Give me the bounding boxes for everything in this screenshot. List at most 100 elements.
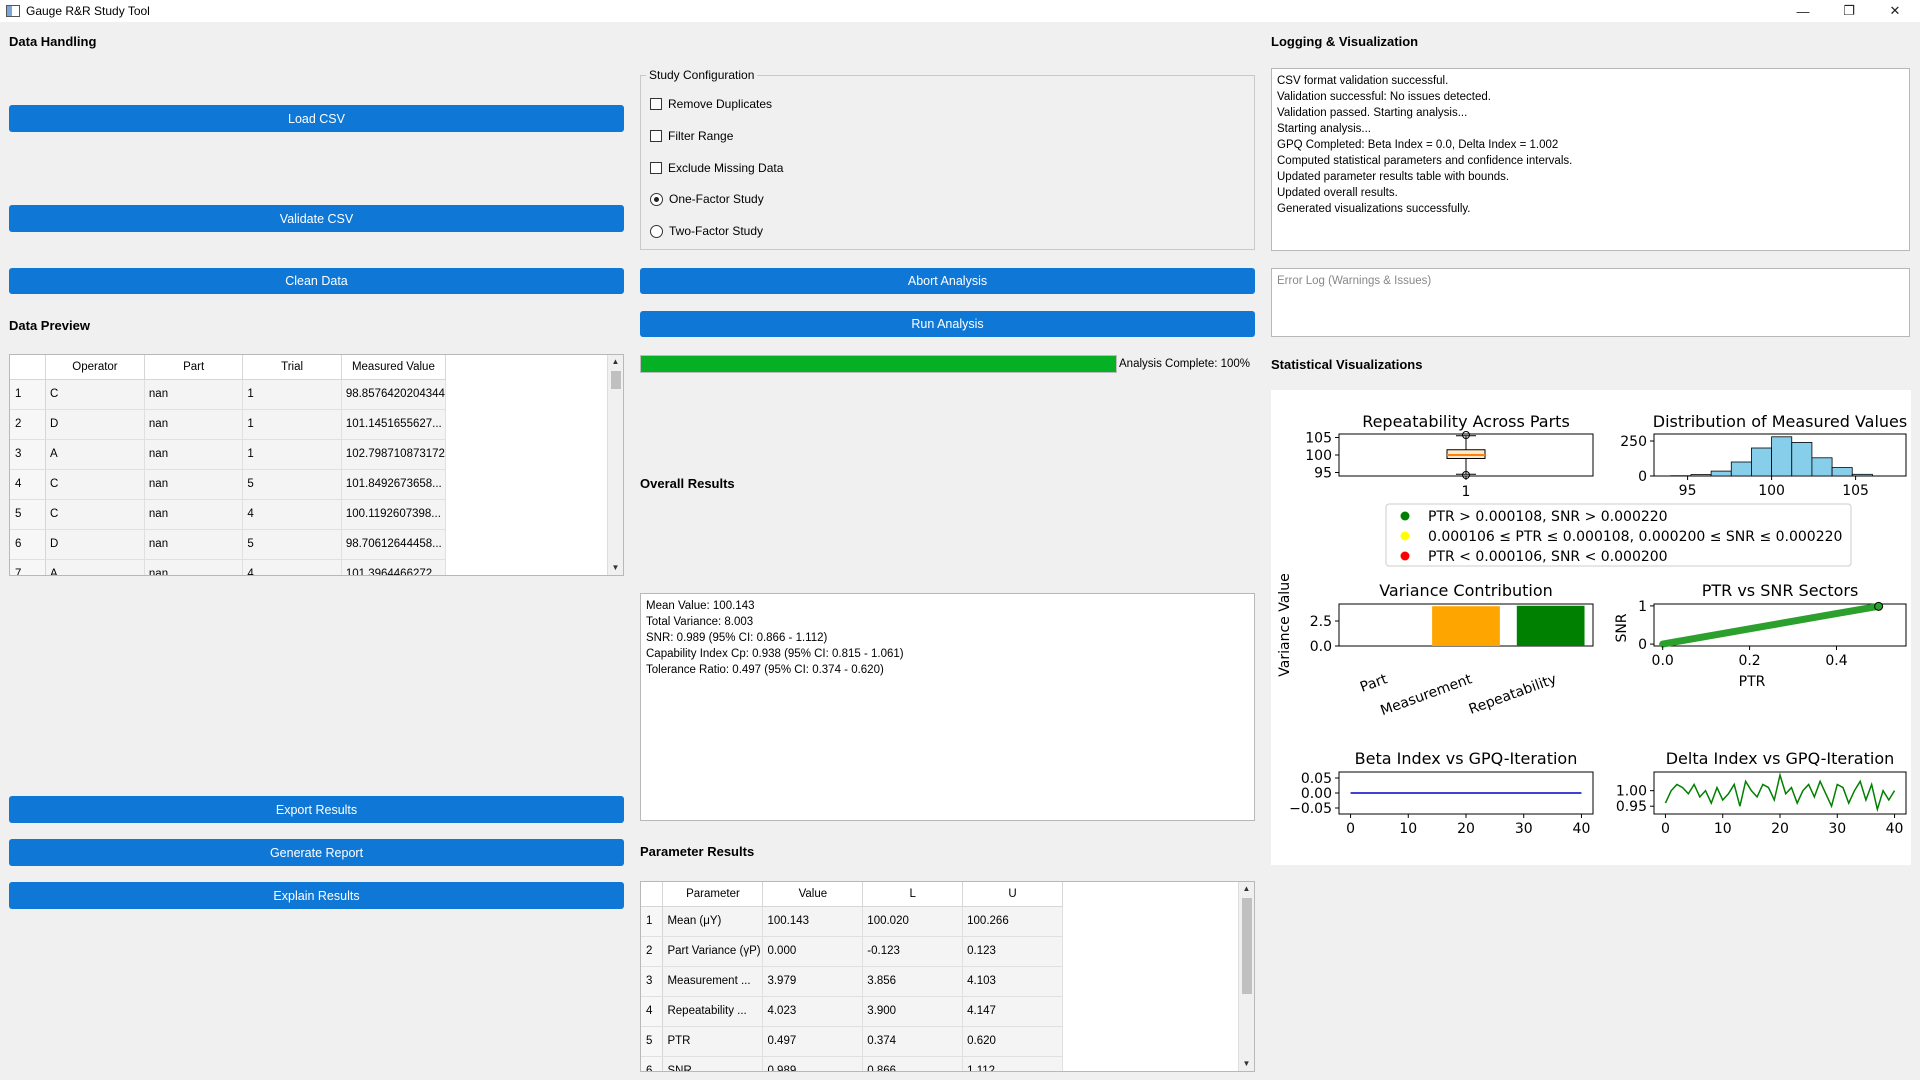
table-cell[interactable]: nan bbox=[144, 499, 244, 530]
table-cell[interactable]: 100.020 bbox=[862, 906, 964, 937]
table-cell[interactable]: 0.989 bbox=[762, 1056, 864, 1071]
table-cell[interactable]: Part Variance (γP) bbox=[662, 936, 764, 967]
table-row[interactable]: 2 Part Variance (γP) 0.000 -0.123 0.123 bbox=[641, 936, 1063, 967]
row-header[interactable]: 6 bbox=[10, 529, 46, 560]
table-cell[interactable]: 101.1451655627... bbox=[341, 409, 447, 440]
table-cell[interactable]: C bbox=[45, 379, 145, 410]
column-header-parameter[interactable]: Parameter bbox=[662, 882, 764, 907]
parameter-scrollbar[interactable]: ▲ ▼ bbox=[1238, 882, 1254, 1071]
overall-results-box[interactable]: Mean Value: 100.143 Total Variance: 8.00… bbox=[640, 593, 1255, 821]
table-cell[interactable]: 100.266 bbox=[962, 906, 1063, 937]
checkbox-box[interactable] bbox=[650, 162, 662, 174]
table-cell[interactable]: 0.620 bbox=[962, 1026, 1063, 1057]
radio-button[interactable] bbox=[650, 224, 663, 238]
table-cell[interactable]: 102.798710873172 bbox=[341, 439, 447, 470]
table-cell[interactable]: nan bbox=[144, 379, 244, 410]
table-cell[interactable]: 1.112 bbox=[962, 1056, 1063, 1071]
row-header[interactable]: 3 bbox=[10, 439, 46, 470]
table-cell[interactable]: 100.143 bbox=[762, 906, 864, 937]
row-header[interactable]: 5 bbox=[10, 499, 46, 530]
table-cell[interactable]: 0.123 bbox=[962, 936, 1063, 967]
table-cell[interactable]: A bbox=[45, 439, 145, 470]
table-row[interactable]: 5 Cnan 4 100.1192607398... bbox=[10, 499, 447, 530]
table-cell[interactable]: D bbox=[45, 529, 145, 560]
scroll-up-icon[interactable]: ▲ bbox=[1239, 882, 1254, 896]
row-header[interactable]: 4 bbox=[641, 996, 664, 1027]
remove-duplicates-checkbox[interactable]: Remove Duplicates bbox=[650, 97, 772, 111]
table-cell[interactable]: 5 bbox=[242, 469, 342, 500]
table-row[interactable]: 6 SNR 0.989 0.866 1.112 bbox=[641, 1056, 1063, 1071]
table-cell[interactable]: nan bbox=[144, 439, 244, 470]
column-header-lower[interactable]: L bbox=[862, 882, 964, 907]
load-csv-button[interactable]: Load CSV bbox=[9, 105, 624, 132]
table-cell[interactable]: SNR bbox=[662, 1056, 764, 1071]
column-header-upper[interactable]: U bbox=[962, 882, 1063, 907]
row-header[interactable]: 6 bbox=[641, 1056, 664, 1071]
table-cell[interactable]: nan bbox=[144, 559, 244, 575]
exclude-missing-checkbox[interactable]: Exclude Missing Data bbox=[650, 161, 783, 175]
preview-scrollbar[interactable]: ▲ ▼ bbox=[607, 355, 623, 575]
row-header[interactable]: 7 bbox=[10, 559, 46, 575]
table-row[interactable]: 1 Cnan 1 98.8576420204344 bbox=[10, 379, 447, 410]
one-factor-radio[interactable]: One-Factor Study bbox=[650, 192, 764, 206]
table-cell[interactable]: 0.374 bbox=[862, 1026, 964, 1057]
export-results-button[interactable]: Export Results bbox=[9, 796, 624, 823]
table-cell[interactable]: 98.8576420204344 bbox=[341, 379, 447, 410]
table-cell[interactable]: C bbox=[45, 499, 145, 530]
table-cell[interactable]: 98.70612644458... bbox=[341, 529, 447, 560]
abort-analysis-button[interactable]: Abort Analysis bbox=[640, 268, 1255, 294]
table-cell[interactable]: 4.023 bbox=[762, 996, 864, 1027]
table-cell[interactable]: 4.147 bbox=[962, 996, 1063, 1027]
column-header-operator[interactable]: Operator bbox=[45, 355, 145, 380]
row-header[interactable]: 5 bbox=[641, 1026, 664, 1057]
table-cell[interactable]: 100.1192607398... bbox=[341, 499, 447, 530]
table-cell[interactable]: 0.866 bbox=[862, 1056, 964, 1071]
table-row[interactable]: 4 Repeatability ... 4.023 3.900 4.147 bbox=[641, 996, 1063, 1027]
table-cell[interactable]: 3.900 bbox=[862, 996, 964, 1027]
data-preview-table[interactable]: Operator Part Trial Measured Value 1 Cnan… bbox=[9, 354, 624, 576]
table-row[interactable]: 2 Dnan 1 101.1451655627... bbox=[10, 409, 447, 440]
checkbox-box[interactable] bbox=[650, 130, 662, 142]
scroll-thumb[interactable] bbox=[1242, 898, 1252, 994]
column-header-value[interactable]: Value bbox=[762, 882, 864, 907]
table-cell[interactable]: 101.3964466272 bbox=[341, 559, 447, 575]
explain-results-button[interactable]: Explain Results bbox=[9, 882, 624, 909]
table-cell[interactable]: C bbox=[45, 469, 145, 500]
table-cell[interactable]: 101.8492673658... bbox=[341, 469, 447, 500]
run-analysis-button[interactable]: Run Analysis bbox=[640, 311, 1255, 337]
row-header[interactable]: 2 bbox=[10, 409, 46, 440]
scroll-down-icon[interactable]: ▼ bbox=[608, 561, 623, 575]
table-cell[interactable]: Repeatability ... bbox=[662, 996, 764, 1027]
log-box[interactable]: CSV format validation successful. Validat… bbox=[1271, 68, 1910, 251]
clean-data-button[interactable]: Clean Data bbox=[9, 268, 624, 294]
close-icon[interactable]: ✕ bbox=[1872, 0, 1918, 22]
table-row[interactable]: 3 Measurement ... 3.979 3.856 4.103 bbox=[641, 966, 1063, 997]
filter-range-checkbox[interactable]: Filter Range bbox=[650, 129, 733, 143]
row-header[interactable]: 2 bbox=[641, 936, 664, 967]
table-row[interactable]: 3 Anan 1 102.798710873172 bbox=[10, 439, 447, 470]
restore-icon[interactable]: ❐ bbox=[1826, 0, 1872, 22]
table-cell[interactable]: Mean (μY) bbox=[662, 906, 764, 937]
table-cell[interactable]: 1 bbox=[242, 379, 342, 410]
error-log-box[interactable]: Error Log (Warnings & Issues) bbox=[1271, 268, 1910, 337]
table-row[interactable]: 1 Mean (μY) 100.143 100.020 100.266 bbox=[641, 906, 1063, 937]
row-header[interactable]: 1 bbox=[10, 379, 46, 410]
row-header[interactable]: 1 bbox=[641, 906, 664, 937]
scroll-up-icon[interactable]: ▲ bbox=[608, 355, 623, 369]
minimize-icon[interactable]: — bbox=[1780, 0, 1826, 22]
column-header-part[interactable]: Part bbox=[144, 355, 244, 380]
table-cell[interactable]: 1 bbox=[242, 439, 342, 470]
table-row[interactable]: 7 Anan 4 101.3964466272 bbox=[10, 559, 447, 575]
parameter-results-table[interactable]: Parameter Value L U 1 Mean (μY) 100.143 100… bbox=[640, 881, 1255, 1072]
table-row[interactable]: 4 Cnan 5 101.8492673658... bbox=[10, 469, 447, 500]
table-cell[interactable]: 3.856 bbox=[862, 966, 964, 997]
table-cell[interactable]: 4 bbox=[242, 559, 342, 575]
table-cell[interactable]: nan bbox=[144, 529, 244, 560]
row-header[interactable]: 4 bbox=[10, 469, 46, 500]
table-cell[interactable]: nan bbox=[144, 409, 244, 440]
table-cell[interactable]: D bbox=[45, 409, 145, 440]
table-row[interactable]: 6 Dnan 5 98.70612644458... bbox=[10, 529, 447, 560]
table-cell[interactable]: 0.497 bbox=[762, 1026, 864, 1057]
table-cell[interactable]: nan bbox=[144, 469, 244, 500]
checkbox-box[interactable] bbox=[650, 98, 662, 110]
